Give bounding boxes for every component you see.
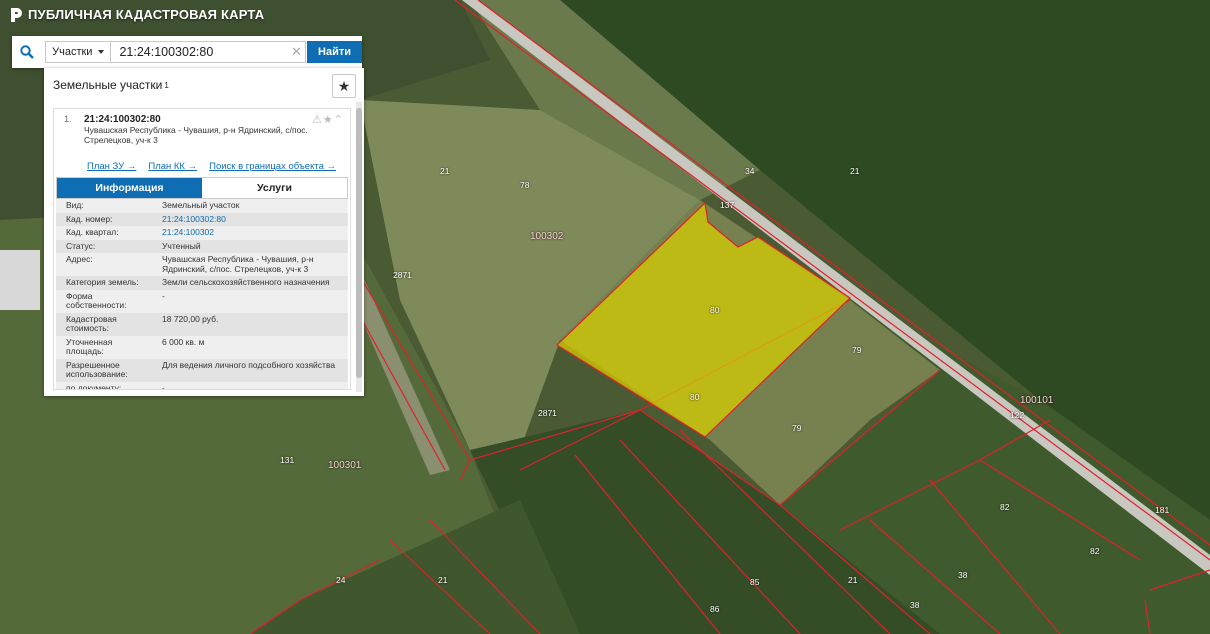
table-row: Кад. квартал: 21:24:100302 (56, 226, 348, 240)
field-label: Уточненная площадь: (56, 335, 156, 359)
map-label: 38 (910, 600, 920, 610)
map-label: 21 (440, 166, 450, 176)
table-row: Кад. номер: 21:24:100302:80 (56, 212, 348, 226)
scrollbar[interactable] (356, 102, 362, 392)
field-value: Земельный участок (156, 199, 348, 213)
field-label: Кад. квартал: (56, 226, 156, 240)
map-label: 21 (850, 166, 860, 176)
map-label: 181 (1155, 505, 1170, 515)
field-label: Форма собственности: (56, 289, 156, 313)
map-label: 21 (438, 575, 448, 585)
search-type-select[interactable]: Участки (45, 41, 112, 63)
search-icon[interactable] (12, 36, 41, 68)
map-label: 82 (1090, 546, 1100, 556)
map-label: 100302 (530, 231, 564, 242)
app-title-text: ПУБЛИЧНАЯ КАДАСТРОВАЯ КАРТА (28, 7, 265, 22)
field-label: Кад. номер: (56, 212, 156, 226)
map-label: 100301 (328, 460, 362, 471)
map-label: 122 (1010, 410, 1025, 420)
map-label: 24 (336, 575, 346, 585)
field-label: по документу: (56, 381, 156, 389)
result-count: 1 (164, 80, 169, 90)
map-label: 34 (745, 166, 755, 176)
tab-info[interactable]: Информация (57, 178, 202, 198)
chevron-down-icon (98, 50, 105, 54)
result-actions: ⚠★⌃ (312, 113, 344, 126)
search-input[interactable] (111, 41, 307, 63)
map-label: 82 (1000, 502, 1010, 512)
panel-title: Земельные участки (53, 78, 163, 92)
table-row: Кадастровая стоимость: 18 720,00 руб. (56, 312, 348, 336)
table-row: Категория земель: Земли сельскохозяйствен… (56, 276, 348, 290)
clear-icon[interactable]: ✕ (291, 44, 302, 60)
warning-icon[interactable]: ⚠ (312, 114, 323, 126)
map-label: 85 (750, 577, 760, 587)
map-label: 80 (710, 305, 720, 315)
field-label: Адрес: (56, 253, 156, 276)
field-value: 18 720,00 руб. (156, 312, 348, 336)
table-row: Уточненная площадь: 6 000 кв. м (56, 335, 348, 359)
plan-kk-link[interactable]: План КК → (148, 161, 197, 172)
map-label: 2871 (393, 270, 412, 280)
field-value-link[interactable]: 21:24:100302:80 (156, 212, 348, 226)
result-links: План ЗУ → План КК → Поиск в границах объ… (54, 160, 350, 172)
field-value: 6 000 кв. м (156, 335, 348, 359)
result-tabs: Информация Услуги (56, 177, 348, 199)
map-label: 137 (720, 200, 735, 210)
table-row: Форма собственности: - (56, 289, 348, 313)
result-index: 1. (64, 114, 72, 124)
app-title: ПУБЛИЧНАЯ КАДАСТРОВАЯ КАРТА (10, 7, 264, 22)
table-row: Вид: Земельный участок (56, 199, 348, 213)
field-label: Кадастровая стоимость: (56, 312, 156, 336)
plan-zu-link[interactable]: План ЗУ → (87, 161, 136, 172)
star-icon: ★ (337, 77, 351, 94)
scrollbar-thumb[interactable] (356, 108, 362, 378)
table-row: Разрешенное использование: Для ведения ли… (56, 358, 348, 382)
map-label: 79 (792, 423, 802, 433)
result-card: 1. 21:24:100302:80 Чувашская Республика … (53, 108, 351, 390)
table-row: по документу: - (56, 381, 348, 389)
map-label: 80 (690, 392, 700, 402)
table-row: Статус: Учтенный (56, 239, 348, 253)
search-within-link[interactable]: Поиск в границах объекта → (209, 161, 336, 172)
search-bar: Участки ✕ Найти (12, 36, 362, 68)
result-cadastral-number[interactable]: 21:24:100302:80 (84, 114, 344, 125)
search-type-label: Участки (52, 46, 93, 58)
chevron-up-icon[interactable]: ⌃ (334, 114, 344, 126)
map-label: 38 (958, 570, 968, 580)
app-logo-icon (11, 7, 22, 22)
field-value: Чувашская Республика - Чувашия, р-н Ядри… (156, 253, 348, 276)
map-label: 86 (710, 604, 720, 614)
map-label: 100101 (1020, 395, 1054, 406)
map-label: 79 (852, 345, 862, 355)
results-panel: Земельные участки 1 ★ 1. 21:24:100302:80… (44, 68, 364, 396)
field-value: Земли сельскохозяйственного назначения (156, 276, 348, 290)
field-value: Для ведения личного подсобного хозяйства (156, 358, 348, 382)
star-icon[interactable]: ★ (323, 114, 334, 126)
field-label: Категория земель: (56, 276, 156, 290)
field-label: Разрешенное использование: (56, 358, 156, 382)
map-label: 21 (848, 575, 858, 585)
map-label: 131 (280, 455, 295, 465)
result-card-header: 1. 21:24:100302:80 Чувашская Республика … (54, 109, 350, 160)
field-value-link[interactable]: 21:24:100302 (156, 226, 348, 240)
panel-header: Земельные участки 1 ★ (44, 68, 364, 102)
field-label: Статус: (56, 239, 156, 253)
field-label: Вид: (56, 199, 156, 213)
table-row: Адрес: Чувашская Республика - Чувашия, р-… (56, 253, 348, 276)
find-button[interactable]: Найти (307, 41, 362, 63)
favorite-button[interactable]: ★ (332, 74, 356, 98)
map-label: 78 (520, 180, 530, 190)
field-value: Учтенный (156, 239, 348, 253)
field-value: - (156, 289, 348, 313)
result-address: Чувашская Республика - Чувашия, р-н Ядри… (84, 125, 308, 145)
map-label: 2871 (538, 408, 557, 418)
info-table: Вид: Земельный участок Кад. номер: 21:24:1… (56, 199, 348, 389)
tab-services[interactable]: Услуги (202, 178, 347, 198)
field-value: - (156, 381, 348, 389)
